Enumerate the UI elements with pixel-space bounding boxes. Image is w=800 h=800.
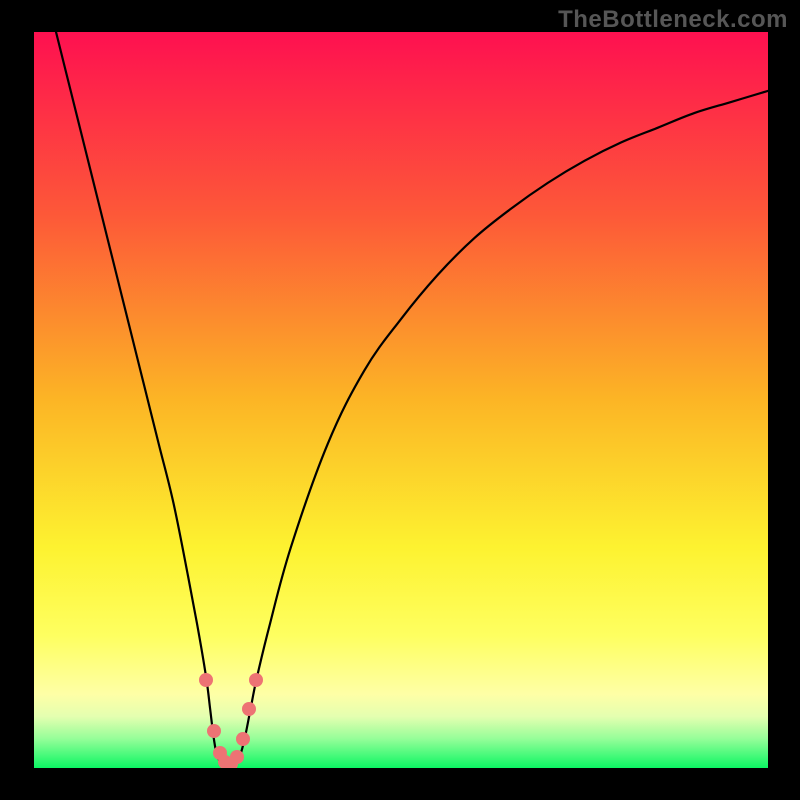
chart-stage: TheBottleneck.com — [0, 0, 800, 800]
optimal-marker — [199, 673, 213, 687]
optimal-marker — [236, 732, 250, 746]
bottleneck-curve — [56, 32, 768, 766]
optimal-marker — [249, 673, 263, 687]
watermark-text: TheBottleneck.com — [558, 6, 788, 34]
curve-layer — [34, 32, 768, 768]
optimal-marker — [207, 724, 221, 738]
plot-area — [34, 32, 768, 768]
optimal-marker — [230, 750, 244, 764]
optimal-marker — [242, 702, 256, 716]
